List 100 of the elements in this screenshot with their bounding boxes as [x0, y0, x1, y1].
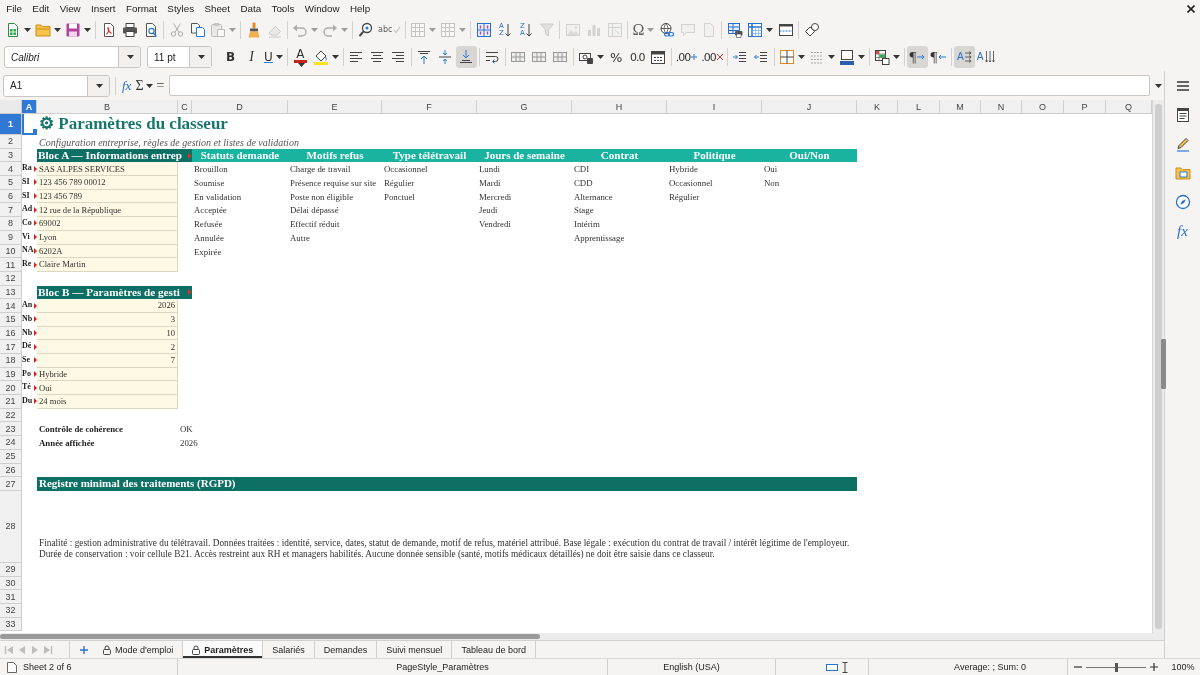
redo-icon	[322, 22, 338, 38]
column-header[interactable]: H	[572, 100, 667, 114]
column-header[interactable]: Q	[1106, 100, 1152, 114]
sheet-tab[interactable]: Tableau de bord	[452, 641, 536, 658]
menu-item[interactable]: Window	[299, 0, 345, 17]
row-header[interactable]: 21	[0, 395, 22, 409]
row-header[interactable]: 20	[0, 381, 22, 396]
menu-item[interactable]: File	[1, 0, 28, 17]
sheet-tab[interactable]: Paramètres	[183, 641, 264, 658]
right-to-left-button[interactable]: ¶	[927, 46, 949, 68]
column-header[interactable]: B	[37, 100, 178, 114]
list-value: Stage	[573, 204, 595, 218]
formula-button[interactable]: =	[154, 74, 167, 97]
zoom-slider[interactable]	[1086, 662, 1146, 672]
color-bar-icon	[293, 59, 307, 63]
sheet-tab[interactable]: Suivi mensuel	[377, 641, 453, 658]
right-arrows-icon	[964, 51, 972, 63]
vertical-text-button[interactable]: A	[974, 46, 997, 68]
plus-icon[interactable]	[1150, 663, 1158, 671]
column-header[interactable]: A	[22, 100, 37, 114]
function-wizard-button[interactable]: fx	[120, 74, 134, 97]
functions-button[interactable]: fx	[1169, 218, 1196, 244]
list-header: Type télétravail	[382, 148, 477, 163]
row-header[interactable]: 4	[0, 162, 22, 177]
column-header[interactable]: E	[288, 100, 382, 114]
delete-decimal-button[interactable]: .00	[699, 46, 725, 68]
caret-icon	[96, 83, 103, 88]
row-header[interactable]: 7	[0, 203, 22, 218]
row-header[interactable]: 14	[0, 299, 22, 313]
scrollbar-thumb[interactable]	[1155, 104, 1162, 629]
field-label: SI	[22, 191, 30, 201]
menu-item[interactable]: Sheet	[199, 0, 236, 17]
menu-item[interactable]: Help	[344, 0, 376, 17]
column-header[interactable]: L	[898, 100, 940, 114]
list-header: Oui/Non	[762, 148, 857, 163]
column-header[interactable]: C	[178, 100, 192, 114]
line-style-icon	[808, 49, 825, 65]
row-header[interactable]: 2	[0, 135, 22, 149]
selection-mode-icon[interactable]	[826, 663, 838, 671]
column-header[interactable]: I	[667, 100, 762, 114]
column-header[interactable]: K	[857, 100, 898, 114]
vertical-scrollbar[interactable]	[1152, 100, 1164, 633]
minus-icon[interactable]	[1074, 663, 1082, 671]
language-label[interactable]: English (USA)	[663, 662, 720, 672]
down-arrows-icon	[984, 51, 995, 63]
align-bottom-button[interactable]	[455, 46, 477, 68]
column-header[interactable]: G	[477, 100, 572, 114]
menu-item[interactable]: Data	[235, 0, 267, 17]
add-decimal-button[interactable]: .00	[673, 46, 700, 68]
row-header[interactable]: 8	[0, 217, 22, 231]
bold-button[interactable]: B	[220, 46, 241, 68]
font-name-field[interactable]: Calibri	[4, 46, 141, 68]
horizontal-scrollbar[interactable]	[0, 633, 1164, 640]
menu-item[interactable]: Edit	[27, 0, 55, 17]
left-to-right-button[interactable]: ¶	[906, 46, 928, 68]
name-box-field[interactable]: A1	[3, 74, 110, 97]
sidebar-grip[interactable]	[1161, 339, 1166, 389]
column-header[interactable]: P	[1064, 100, 1106, 114]
row-header[interactable]: 18	[0, 354, 22, 368]
column-header[interactable]: J	[762, 100, 857, 114]
zoom-level-label[interactable]: 100%	[1171, 662, 1195, 672]
menu-item[interactable]: Styles	[162, 0, 200, 17]
scrollbar-thumb[interactable]	[0, 634, 540, 639]
list-value: Acceptée	[193, 204, 228, 218]
menu-item[interactable]: Format	[120, 0, 163, 17]
row-header[interactable]: 24	[0, 436, 22, 450]
sheet-tab[interactable]: Demandes	[314, 641, 378, 658]
row-header[interactable]: 1	[0, 114, 22, 135]
close-icon[interactable]	[1187, 4, 1195, 13]
compass-icon	[1174, 194, 1191, 210]
italic-button[interactable]: I	[241, 46, 262, 68]
sheet-tab[interactable]: Salariés	[263, 641, 315, 658]
percent-button[interactable]: %	[605, 46, 627, 68]
scissors-icon	[168, 22, 185, 38]
menu-item[interactable]: Tools	[266, 0, 300, 17]
align-left-icon	[348, 49, 365, 65]
row-header[interactable]: 17	[0, 340, 22, 354]
row-header[interactable]: 27	[0, 477, 22, 491]
row-header[interactable]: 11	[0, 258, 22, 272]
menu-item[interactable]: Insert	[85, 0, 121, 17]
menu-item[interactable]: View	[54, 0, 86, 17]
font-color-button[interactable]: A	[289, 46, 311, 68]
column-header[interactable]: N	[981, 100, 1022, 114]
column-header[interactable]: F	[382, 100, 477, 114]
font-size-field[interactable]: 11 pt	[147, 46, 212, 68]
caret-icon	[84, 28, 91, 32]
row-header[interactable]: 23	[0, 422, 22, 437]
column-header[interactable]: M	[940, 100, 981, 114]
sum-button[interactable]: Σ	[133, 74, 155, 97]
number-button[interactable]: 0.0	[626, 46, 648, 68]
underline-button[interactable]: U	[262, 46, 285, 68]
column-header[interactable]: D	[192, 100, 288, 114]
row-header[interactable]: 31	[0, 590, 22, 604]
formula-input-field[interactable]	[169, 75, 1150, 96]
freeze-grid-icon	[747, 22, 764, 38]
slider-thumb[interactable]	[1114, 662, 1118, 672]
row-header[interactable]: 28	[0, 490, 22, 563]
column-header[interactable]: O	[1022, 100, 1064, 114]
menu-icon	[1174, 78, 1191, 94]
row-header[interactable]: 5	[0, 176, 22, 190]
